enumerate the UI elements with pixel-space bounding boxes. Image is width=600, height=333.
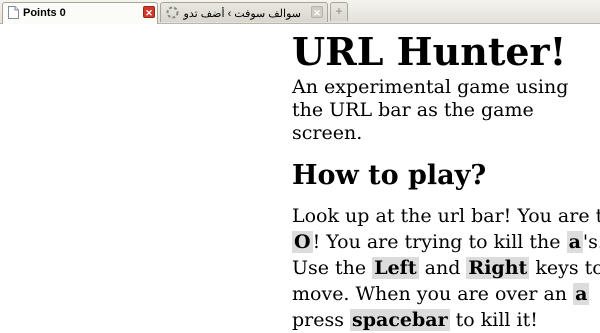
- tab-title: سوالف سوفت › أضف تدوينة جديد...: [183, 8, 301, 20]
- enemy-symbol: a: [573, 283, 590, 305]
- tab-title: Points 0: [23, 7, 66, 19]
- page-subtitle: An experimental game using the URL bar a…: [292, 76, 569, 144]
- close-tab-icon[interactable]: ✕: [143, 6, 155, 18]
- right-key: Right: [466, 257, 530, 279]
- howto-heading: How to play?: [292, 160, 487, 191]
- instruction-line: Look up at the url bar! You are the: [292, 205, 600, 227]
- browser-tab-bar: Points 0 ✕ سوالف سوفت › أضف تدوينة جديد.…: [0, 0, 600, 24]
- page-title: URL Hunter!: [292, 29, 567, 74]
- instruction-line: O! You are trying to kill the a's.: [292, 231, 600, 253]
- page-icon: [8, 6, 19, 19]
- spacebar-key: spacebar: [350, 309, 450, 331]
- loading-icon: [166, 6, 179, 19]
- left-key: Left: [372, 257, 419, 279]
- tab-points[interactable]: Points 0 ✕: [2, 2, 158, 24]
- instruction-line: Use the Left and Right keys to: [292, 257, 600, 279]
- instruction-line: press spacebar to kill it!: [292, 309, 538, 331]
- tab-blog-post[interactable]: سوالف سوفت › أضف تدوينة جديد... ✕: [160, 2, 328, 22]
- player-symbol: O: [292, 231, 313, 253]
- instruction-line: move. When you are over an a: [292, 283, 590, 305]
- new-tab-button[interactable]: +: [330, 2, 348, 21]
- enemy-symbol: a: [566, 231, 583, 253]
- page-content: URL Hunter! An experimental game using t…: [292, 24, 600, 333]
- close-tab-icon[interactable]: ✕: [311, 6, 323, 18]
- instructions: Look up at the url bar! You are the O! Y…: [292, 203, 600, 333]
